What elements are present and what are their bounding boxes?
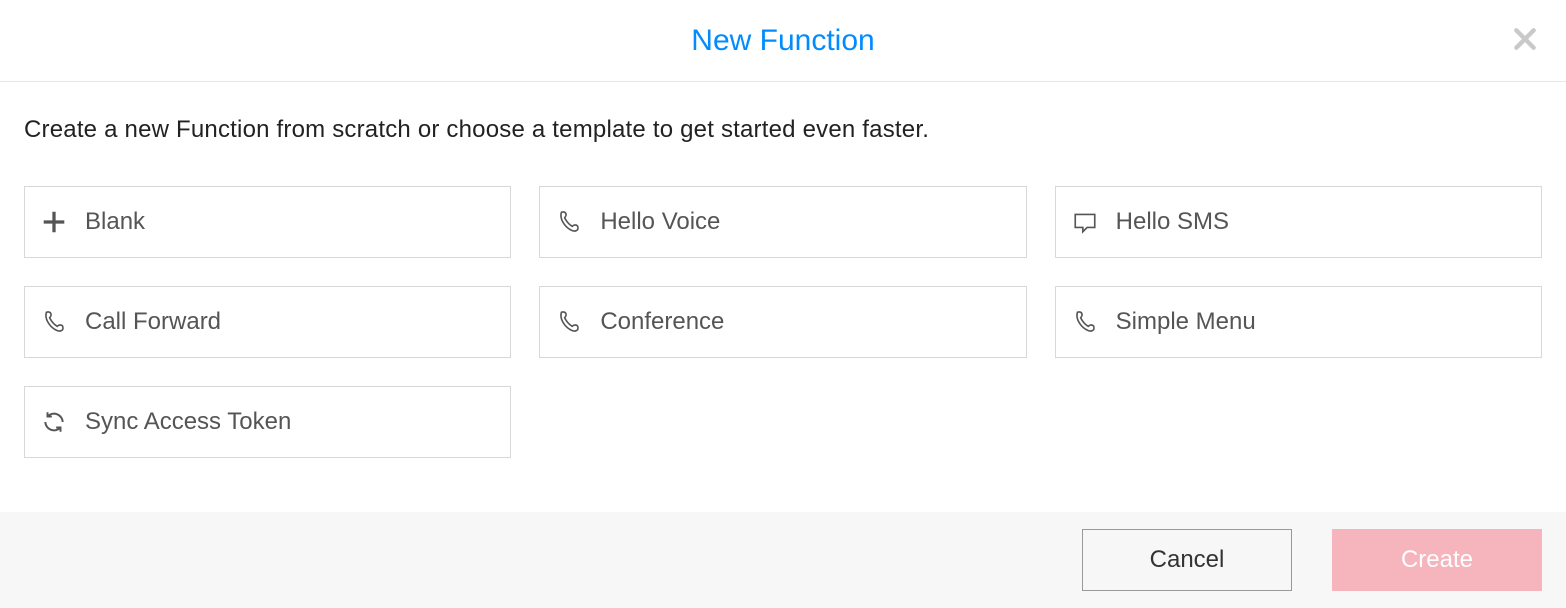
phone-icon xyxy=(41,309,75,335)
template-hello-sms[interactable]: Hello SMS xyxy=(1055,186,1542,258)
template-blank[interactable]: Blank xyxy=(24,186,511,258)
template-call-forward[interactable]: Call Forward xyxy=(24,286,511,358)
phone-icon xyxy=(556,209,590,235)
close-button[interactable] xyxy=(1506,22,1544,60)
modal-description: Create a new Function from scratch or ch… xyxy=(24,116,1542,144)
template-label: Conference xyxy=(600,308,724,336)
template-label: Hello Voice xyxy=(600,208,720,236)
template-label: Simple Menu xyxy=(1116,308,1256,336)
template-label: Sync Access Token xyxy=(85,408,291,436)
sync-icon xyxy=(41,409,75,435)
modal-header: New Function xyxy=(0,0,1566,82)
phone-icon xyxy=(1072,309,1106,335)
template-grid: Blank Hello Voice Hello SMS Call Forward xyxy=(24,186,1542,458)
modal-title: New Function xyxy=(691,24,874,58)
plus-icon xyxy=(41,209,75,235)
chat-icon xyxy=(1072,209,1106,235)
template-hello-voice[interactable]: Hello Voice xyxy=(539,186,1026,258)
template-simple-menu[interactable]: Simple Menu xyxy=(1055,286,1542,358)
close-icon xyxy=(1512,26,1538,57)
create-button[interactable]: Create xyxy=(1332,529,1542,591)
template-label: Blank xyxy=(85,208,145,236)
template-label: Hello SMS xyxy=(1116,208,1229,236)
cancel-button[interactable]: Cancel xyxy=(1082,529,1292,591)
phone-icon xyxy=(556,309,590,335)
modal-body: Create a new Function from scratch or ch… xyxy=(0,82,1566,512)
modal-footer: Cancel Create xyxy=(0,512,1566,608)
template-sync-access-token[interactable]: Sync Access Token xyxy=(24,386,511,458)
template-conference[interactable]: Conference xyxy=(539,286,1026,358)
template-label: Call Forward xyxy=(85,308,221,336)
